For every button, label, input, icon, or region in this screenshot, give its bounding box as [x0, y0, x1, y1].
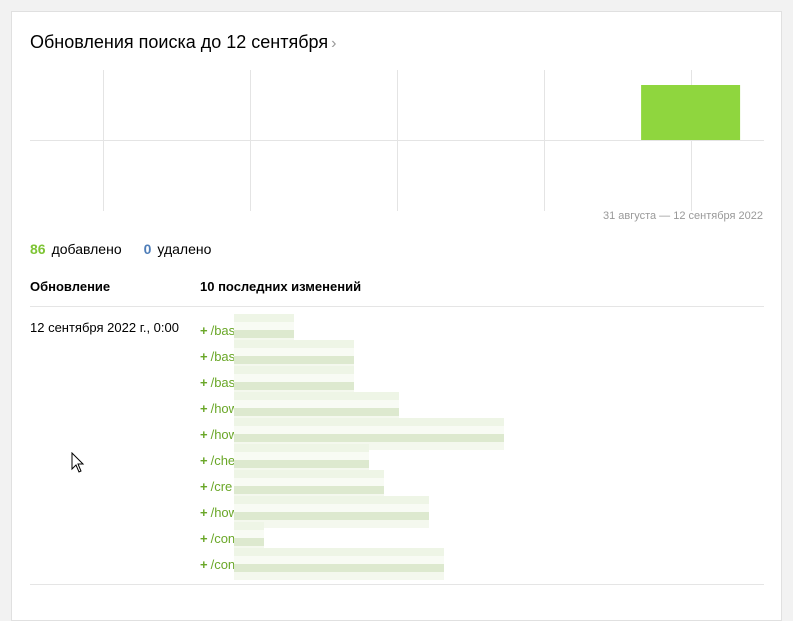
plus-icon: + — [200, 401, 208, 416]
added-count: 86 — [30, 241, 46, 257]
removed-label: удалено — [157, 241, 212, 257]
added-label: добавлено — [51, 241, 122, 257]
change-item: +/how — [200, 418, 504, 450]
search-updates-card: Обновления поиска до 12 сентября › 31 авг… — [11, 11, 782, 621]
change-url-link[interactable]: /bas — [211, 349, 236, 364]
change-url-link[interactable]: /bas — [211, 323, 236, 338]
removed-count: 0 — [143, 241, 152, 257]
card-title-link[interactable]: Обновления поиска до 12 сентября › — [30, 32, 336, 53]
plus-icon: + — [200, 453, 208, 468]
plus-icon: + — [200, 323, 208, 338]
column-header-changes: 10 последних изменений — [200, 279, 362, 294]
change-url-link[interactable]: /con — [211, 531, 236, 546]
stats-summary: 86 добавлено 0 удалено — [30, 241, 211, 257]
change-item: +/bas — [200, 314, 294, 346]
change-item: +/how — [200, 496, 429, 528]
updates-chart — [30, 70, 764, 211]
plus-icon: + — [200, 557, 208, 572]
plus-icon: + — [200, 349, 208, 364]
table-divider — [30, 306, 764, 307]
change-item: +/how — [200, 392, 399, 424]
chart-bar-added[interactable] — [641, 85, 741, 140]
update-date: 12 сентября 2022 г., 0:00 — [30, 320, 179, 335]
change-item: +/cre — [200, 470, 384, 502]
plus-icon: + — [200, 505, 208, 520]
plus-icon: + — [200, 531, 208, 546]
mouse-pointer-icon — [71, 452, 85, 473]
change-item: +/con — [200, 548, 444, 580]
plus-icon: + — [200, 479, 208, 494]
change-url-link[interactable]: /cre — [211, 479, 233, 494]
redacted-url-blur — [234, 548, 444, 580]
card-title: Обновления поиска до 12 сентября — [30, 32, 329, 52]
table-divider-bottom — [30, 584, 764, 585]
change-url-link[interactable]: /che — [211, 453, 236, 468]
chart-period: 31 августа — 12 сентября 2022 — [602, 210, 763, 222]
column-header-update: Обновление — [30, 279, 111, 294]
change-item: +/che — [200, 444, 369, 476]
change-url-link[interactable]: /con — [211, 557, 236, 572]
change-item: +/bas — [200, 340, 354, 372]
change-item: +/bas — [200, 366, 354, 398]
plus-icon: + — [200, 375, 208, 390]
change-item: +/con — [200, 522, 264, 554]
chevron-right-icon: › — [331, 35, 337, 52]
change-url-link[interactable]: /bas — [211, 375, 236, 390]
changes-list: +/bas +/bas +/bas +/how +/how +/che +/cre +/how… — [200, 314, 504, 580]
plus-icon: + — [200, 427, 208, 442]
updates-chart-svg — [30, 70, 764, 211]
